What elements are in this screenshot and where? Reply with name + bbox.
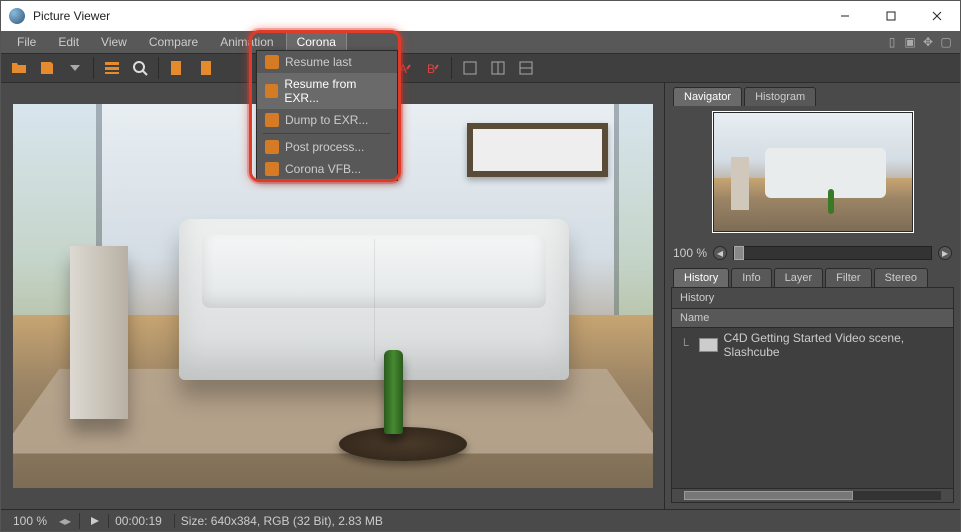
save-dropdown-icon[interactable] xyxy=(63,56,87,80)
tab-layer[interactable]: Layer xyxy=(774,268,824,287)
tab-info[interactable]: Info xyxy=(731,268,771,287)
layout-icon-1[interactable]: ▯ xyxy=(884,34,900,50)
tab-stereo[interactable]: Stereo xyxy=(874,268,928,287)
titlebar: Picture Viewer xyxy=(1,1,960,31)
history-header-name[interactable]: Name xyxy=(672,309,953,328)
move-icon[interactable]: ✥ xyxy=(920,34,936,50)
compare-a-icon[interactable] xyxy=(165,56,189,80)
status-time: 00:00:19 xyxy=(108,514,168,528)
zoom-value: 100 % xyxy=(673,246,707,260)
play-button[interactable] xyxy=(88,514,102,528)
menu-separator xyxy=(263,133,391,134)
tab-navigator[interactable]: Navigator xyxy=(673,87,742,106)
history-horizontal-scrollbar[interactable] xyxy=(672,488,953,502)
history-panel: History Name └ C4D Getting Started Video… xyxy=(671,287,954,503)
menu-view[interactable]: View xyxy=(91,33,137,51)
history-toggle-icon[interactable] xyxy=(100,56,124,80)
menu-post-process[interactable]: Post process... xyxy=(257,136,397,158)
select-b-icon[interactable]: B xyxy=(421,56,445,80)
filter-icon-3[interactable] xyxy=(514,56,538,80)
close-button[interactable] xyxy=(914,1,960,31)
statusbar: 100 % ◂▸ 00:00:19 Size: 640x384, RGB (32… xyxy=(1,509,960,531)
menu-resume-from-exr[interactable]: Resume from EXR... xyxy=(257,73,397,109)
corona-menu-dropdown: Resume last Resume from EXR... Dump to E… xyxy=(256,50,398,181)
menu-resume-last[interactable]: Resume last xyxy=(257,51,397,73)
zoom-step-down[interactable]: ◂ xyxy=(713,246,727,260)
menu-edit[interactable]: Edit xyxy=(48,33,89,51)
filter-icon-2[interactable] xyxy=(486,56,510,80)
compare-b-icon[interactable] xyxy=(193,56,217,80)
menu-file[interactable]: File xyxy=(7,33,46,51)
menubar: File Edit View Compare Animation Corona … xyxy=(1,31,960,53)
toolbar: A B xyxy=(1,53,960,83)
maximize-button[interactable] xyxy=(868,1,914,31)
history-row-name: C4D Getting Started Video scene, Slashcu… xyxy=(724,331,945,359)
window-title: Picture Viewer xyxy=(33,9,110,23)
history-list: └ C4D Getting Started Video scene, Slash… xyxy=(672,328,953,488)
menu-corona-vfb[interactable]: Corona VFB... xyxy=(257,158,397,180)
navigator-panel xyxy=(665,106,960,244)
tab-history[interactable]: History xyxy=(673,268,729,287)
zoom-icon[interactable] xyxy=(128,56,152,80)
svg-text:A: A xyxy=(399,62,407,76)
resume-exr-icon xyxy=(265,84,278,98)
tab-filter[interactable]: Filter xyxy=(825,268,871,287)
svg-text:B: B xyxy=(427,62,435,76)
save-icon[interactable] xyxy=(35,56,59,80)
history-thumb-icon xyxy=(699,338,718,352)
open-icon[interactable] xyxy=(7,56,31,80)
menu-animation[interactable]: Animation xyxy=(210,33,283,51)
navigator-thumbnail[interactable] xyxy=(713,112,913,232)
tree-branch-icon: └ xyxy=(680,338,693,352)
picture-viewer-window: Picture Viewer File Edit View Compare An… xyxy=(0,0,961,532)
zoom-spin-icon[interactable]: ◂▸ xyxy=(59,514,71,528)
minimize-button[interactable] xyxy=(822,1,868,31)
resume-last-icon xyxy=(265,55,279,69)
tab-histogram[interactable]: Histogram xyxy=(744,87,816,106)
post-process-icon xyxy=(265,140,279,154)
side-panel: Navigator Histogram 100 % ◂ ▸ History In… xyxy=(664,83,960,509)
filter-icon-1[interactable] xyxy=(458,56,482,80)
status-info: Size: 640x384, RGB (32 Bit), 2.83 MB xyxy=(174,514,389,528)
corona-vfb-icon xyxy=(265,162,279,176)
layout-icon-3[interactable]: ▢ xyxy=(938,34,954,50)
history-title: History xyxy=(672,288,953,309)
dump-exr-icon xyxy=(265,113,279,127)
menu-compare[interactable]: Compare xyxy=(139,33,208,51)
layout-icon-2[interactable]: ▣ xyxy=(902,34,918,50)
status-zoom: 100 % xyxy=(7,514,53,528)
menu-dump-to-exr[interactable]: Dump to EXR... xyxy=(257,109,397,131)
zoom-step-up[interactable]: ▸ xyxy=(938,246,952,260)
zoom-slider-handle[interactable] xyxy=(734,246,744,260)
history-row[interactable]: └ C4D Getting Started Video scene, Slash… xyxy=(672,328,953,362)
zoom-slider[interactable] xyxy=(733,246,932,260)
menu-corona[interactable]: Corona xyxy=(286,32,347,52)
app-icon xyxy=(9,8,25,24)
